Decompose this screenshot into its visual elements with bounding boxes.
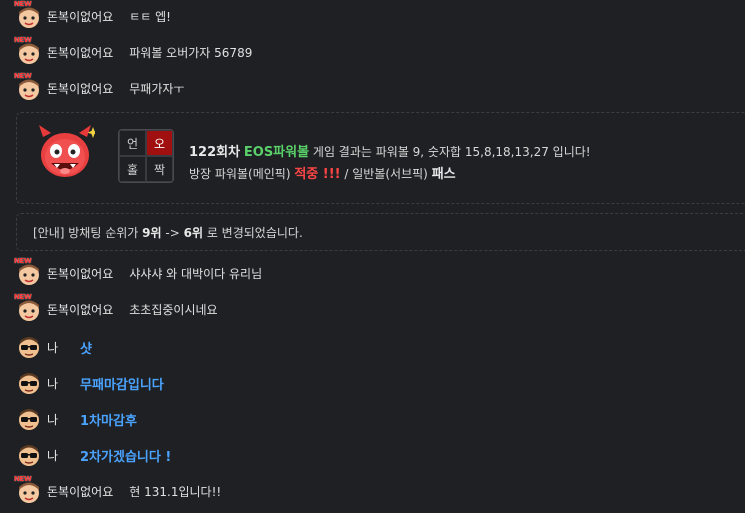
game-name: EOS파워볼	[243, 145, 310, 160]
result-summary-line: 122회차 EOS파워볼 게임 결과는 파워볼 9, 숫자합 15,8,18,1…	[189, 141, 591, 160]
sunglasses-avatar-icon	[19, 409, 39, 430]
chat-message: NEW 돈복이없어요 현 131.1입니다!!	[14, 475, 222, 505]
result-grid: 언 오 홀 짝	[118, 129, 174, 183]
my-chat-message: 나 2차가겠습니다 !	[16, 441, 171, 469]
nickname[interactable]: 돈복이없어요	[47, 301, 113, 318]
notice-box: [안내] 방채팅 순위가 9위 -> 6위 로 변경되었습니다.	[16, 213, 745, 251]
pick-result-line: 방장 파워볼(메인픽) 적중 !!! / 일반볼(서브픽) 패스	[189, 163, 456, 182]
nickname[interactable]: 돈복이없어요	[47, 80, 113, 97]
avatar[interactable]: NEW	[14, 257, 42, 286]
rank-arrow: ->	[165, 225, 180, 240]
rank-from: 9위	[142, 225, 162, 240]
new-badge: NEW	[14, 0, 32, 8]
rank-to: 6위	[183, 225, 203, 240]
message-text: 무패마감입니다	[80, 377, 164, 393]
nickname[interactable]: 나	[47, 375, 58, 392]
my-avatar[interactable]	[16, 370, 42, 396]
sunglasses-avatar-icon	[19, 373, 39, 394]
grid-cell-under: 언	[119, 130, 146, 156]
new-badge: NEW	[14, 475, 32, 483]
game-result-box: 언 오 홀 짝 122회차 EOS파워볼 게임 결과는 파워볼 9, 숫자합 1…	[16, 112, 745, 204]
chat-message: NEW 돈복이없어요 무패가자ㅜ	[14, 72, 185, 102]
devil-mascot-icon	[39, 125, 95, 177]
message-text: ㅌㅌ 엡!	[129, 9, 171, 24]
avatar[interactable]: NEW	[14, 36, 42, 65]
chat-message: NEW 돈복이없어요 초초집중이시네요	[14, 293, 218, 323]
message-text: 파워볼 오버가자 56789	[129, 45, 253, 60]
message-text: 1차마감후	[80, 413, 137, 429]
new-badge: NEW	[14, 36, 32, 44]
avatar[interactable]: NEW	[14, 0, 42, 29]
avatar[interactable]: NEW	[14, 72, 42, 101]
message-text: 무패가자ㅜ	[129, 81, 185, 96]
sunglasses-avatar-icon	[19, 337, 39, 358]
grid-cell-odd: 홀	[119, 156, 146, 182]
grid-cell-even: 짝	[146, 156, 173, 182]
nickname[interactable]: 돈복이없어요	[47, 483, 113, 500]
new-badge: NEW	[14, 257, 32, 265]
nickname[interactable]: 돈복이없어요	[47, 265, 113, 282]
nickname[interactable]: 돈복이없어요	[47, 8, 113, 25]
new-badge: NEW	[14, 72, 32, 80]
notice-suffix: 로 변경되었습니다.	[206, 225, 303, 240]
hit-label: 적중 !!!	[294, 167, 341, 182]
sub-pick-label: / 일반볼(서브픽)	[344, 167, 428, 181]
notice-prefix: [안내] 방채팅 순위가	[33, 225, 139, 240]
round-number: 122회차	[189, 145, 241, 160]
chat-message: NEW 돈복이없어요 파워볼 오버가자 56789	[14, 36, 253, 66]
avatar[interactable]: NEW	[14, 293, 42, 322]
message-text: 샷	[80, 341, 93, 357]
message-text: 현 131.1입니다!!	[129, 484, 222, 499]
new-badge: NEW	[14, 293, 32, 301]
chat-message: NEW 돈복이없어요 샤샤샤 와 대박이다 유리님	[14, 257, 263, 287]
my-chat-message: 나 1차마감후	[16, 405, 137, 433]
message-text: 샤샤샤 와 대박이다 유리님	[129, 266, 263, 281]
my-chat-message: 나 샷	[16, 333, 92, 361]
message-text: 2차가겠습니다 !	[80, 449, 172, 465]
pass-label: 패스	[431, 167, 456, 182]
avatar[interactable]: NEW	[14, 475, 42, 504]
my-avatar[interactable]	[16, 442, 42, 468]
grid-cell-over: 오	[146, 130, 173, 156]
chat-message: NEW 돈복이없어요 ㅌㅌ 엡!	[14, 0, 171, 30]
nickname[interactable]: 나	[47, 339, 58, 356]
nickname[interactable]: 돈복이없어요	[47, 44, 113, 61]
notice-text: [안내] 방채팅 순위가 9위 -> 6위 로 변경되었습니다.	[33, 224, 303, 241]
my-avatar[interactable]	[16, 406, 42, 432]
my-chat-message: 나 무패마감입니다	[16, 369, 164, 397]
my-avatar[interactable]	[16, 334, 42, 360]
nickname[interactable]: 나	[47, 411, 58, 428]
message-text: 초초집중이시네요	[129, 302, 218, 317]
main-pick-label: 방장 파워볼(메인픽)	[189, 167, 291, 181]
sunglasses-avatar-icon	[19, 445, 39, 466]
nickname[interactable]: 나	[47, 447, 58, 464]
result-summary: 게임 결과는 파워볼 9, 숫자합 15,8,18,13,27 입니다!	[312, 145, 591, 159]
